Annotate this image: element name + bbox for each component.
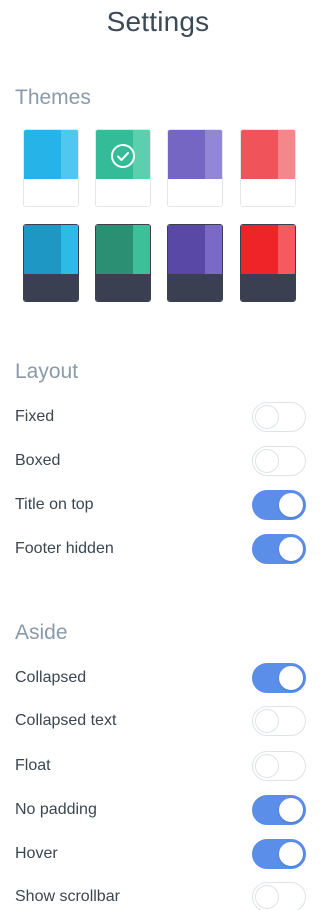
setting-row-collapsed: Collapsed bbox=[15, 663, 306, 693]
themes-section-title: Themes bbox=[15, 86, 91, 109]
swatch-color bbox=[168, 130, 222, 181]
toggle-knob bbox=[255, 405, 279, 429]
toggle-knob bbox=[255, 754, 279, 778]
setting-label: Fixed bbox=[15, 408, 55, 425]
toggle-switch[interactable] bbox=[252, 490, 306, 520]
swatch-side bbox=[278, 130, 295, 181]
theme-swatch[interactable] bbox=[95, 129, 151, 207]
setting-label: No padding bbox=[15, 801, 97, 818]
swatch-color bbox=[96, 225, 150, 276]
aside-section-title: Aside bbox=[15, 621, 68, 644]
setting-label: Show scrollbar bbox=[15, 888, 120, 905]
toggle-switch[interactable] bbox=[252, 534, 306, 564]
theme-swatch[interactable] bbox=[23, 224, 79, 302]
swatch-color bbox=[241, 225, 295, 276]
theme-swatch[interactable] bbox=[95, 224, 151, 302]
swatch-bottom bbox=[241, 179, 295, 206]
swatch-bottom bbox=[24, 179, 78, 206]
setting-label: Footer hidden bbox=[15, 540, 114, 557]
swatch-side bbox=[205, 225, 222, 276]
setting-row-title-on-top: Title on top bbox=[15, 490, 306, 520]
check-circle-icon bbox=[96, 130, 150, 181]
toggle-knob bbox=[255, 709, 279, 733]
toggle-switch[interactable] bbox=[252, 795, 306, 825]
swatch-bottom bbox=[241, 274, 295, 301]
theme-swatch[interactable] bbox=[23, 129, 79, 207]
setting-label: Collapsed text bbox=[15, 712, 117, 729]
setting-row-boxed: Boxed bbox=[15, 446, 306, 476]
toggle-switch[interactable] bbox=[252, 882, 306, 910]
setting-row-no-padding: No padding bbox=[15, 795, 306, 825]
setting-label: Float bbox=[15, 757, 51, 774]
setting-label: Hover bbox=[15, 845, 58, 862]
setting-row-collapsed-text: Collapsed text bbox=[15, 706, 306, 736]
toggle-knob bbox=[279, 798, 303, 822]
setting-row-fixed: Fixed bbox=[15, 402, 306, 432]
toggle-knob bbox=[279, 493, 303, 517]
toggle-knob bbox=[255, 449, 279, 473]
setting-row-footer-hidden: Footer hidden bbox=[15, 534, 306, 564]
swatch-bottom bbox=[96, 274, 150, 301]
toggle-knob bbox=[279, 666, 303, 690]
swatch-bottom bbox=[24, 274, 78, 301]
toggle-knob bbox=[279, 537, 303, 561]
toggle-knob bbox=[279, 842, 303, 866]
swatch-bottom bbox=[168, 179, 222, 206]
theme-swatch[interactable] bbox=[240, 224, 296, 302]
toggle-switch[interactable] bbox=[252, 839, 306, 869]
swatch-side bbox=[278, 225, 295, 276]
swatch-side bbox=[133, 225, 150, 276]
toggle-switch[interactable] bbox=[252, 751, 306, 781]
setting-row-show-scrollbar: Show scrollbar bbox=[15, 882, 306, 910]
toggle-switch[interactable] bbox=[252, 706, 306, 736]
setting-label: Boxed bbox=[15, 452, 61, 469]
toggle-knob bbox=[255, 885, 279, 909]
theme-swatch[interactable] bbox=[167, 224, 223, 302]
swatch-side bbox=[61, 225, 78, 276]
swatch-bottom bbox=[168, 274, 222, 301]
toggle-switch[interactable] bbox=[252, 402, 306, 432]
theme-swatch[interactable] bbox=[240, 129, 296, 207]
page-title: Settings bbox=[106, 6, 210, 37]
layout-section-title: Layout bbox=[15, 360, 79, 383]
swatch-color bbox=[168, 225, 222, 276]
setting-row-hover: Hover bbox=[15, 839, 306, 869]
setting-label: Title on top bbox=[15, 496, 94, 513]
swatch-side bbox=[61, 130, 78, 181]
setting-label: Collapsed bbox=[15, 669, 87, 686]
toggle-switch[interactable] bbox=[252, 663, 306, 693]
swatch-side bbox=[205, 130, 222, 181]
toggle-switch[interactable] bbox=[252, 446, 306, 476]
swatch-color bbox=[24, 130, 78, 181]
setting-row-float: Float bbox=[15, 751, 306, 781]
swatch-color bbox=[24, 225, 78, 276]
swatch-color bbox=[241, 130, 295, 181]
swatch-bottom bbox=[96, 179, 150, 206]
theme-swatch[interactable] bbox=[167, 129, 223, 207]
